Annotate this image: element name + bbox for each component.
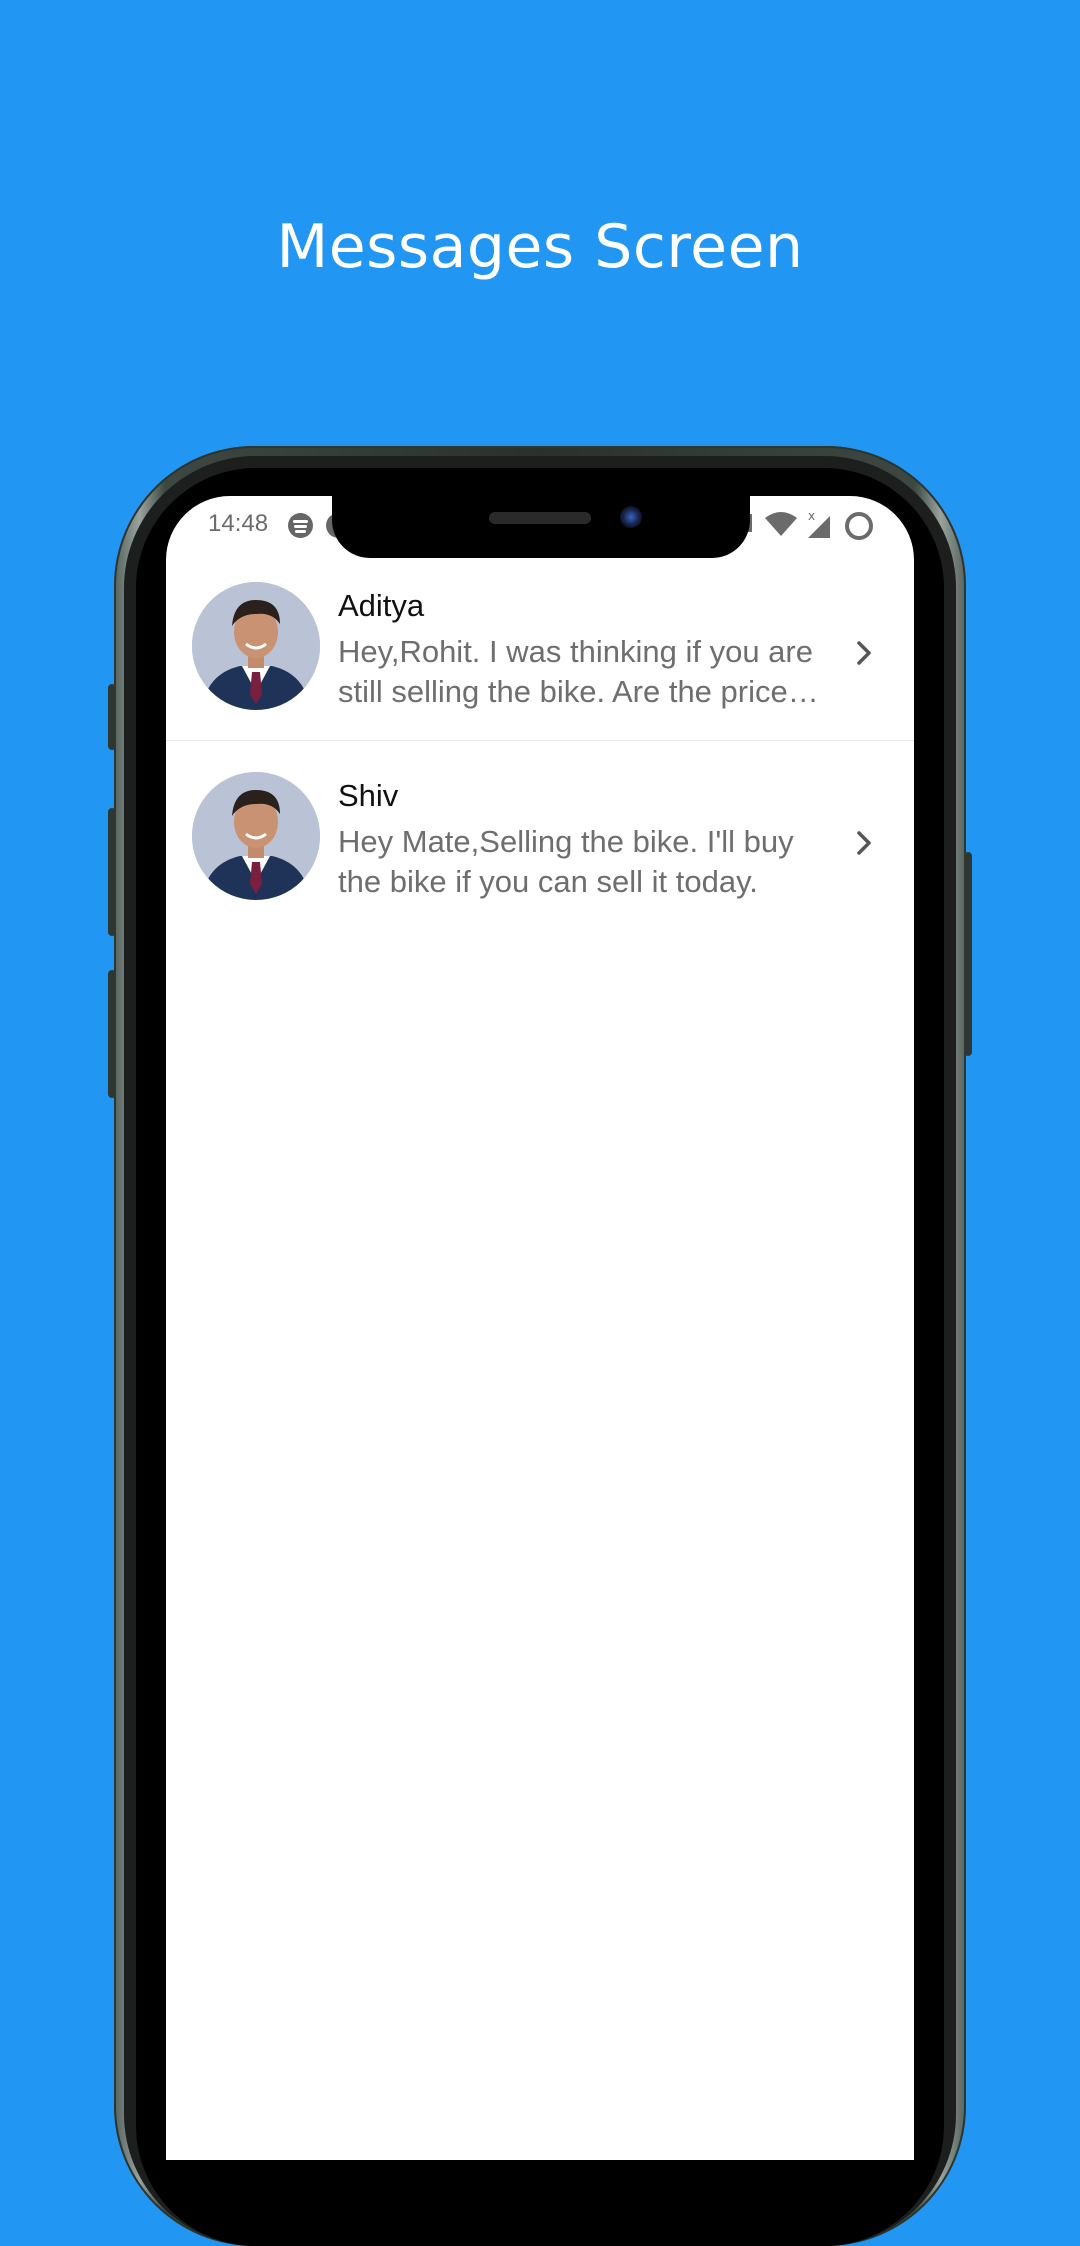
earpiece-speaker [489,512,591,524]
chevron-right-icon [857,641,871,665]
spotify-icon [288,513,313,538]
mute-switch [108,684,116,750]
notch [332,496,750,558]
volume-down-button [108,970,116,1098]
chevron-right-icon [857,831,871,855]
power-button [964,852,972,1056]
avatar [192,772,320,900]
avatar [192,582,320,710]
wifi-icon [765,512,797,536]
message-item[interactable]: Shiv Hey Mate,Selling the bike. I'll buy… [166,742,914,930]
signal-icon: x [808,509,830,538]
volume-up-button [108,808,116,936]
message-preview: Hey Mate,Selling the bike. I'll buy the … [338,824,794,899]
front-camera [620,506,642,528]
battery-loading-icon [845,512,873,540]
contact-name: Shiv [338,778,399,813]
contact-name: Aditya [338,588,425,623]
status-time: 14:48 [208,510,269,537]
svg-text:x: x [808,509,815,523]
message-preview: Hey,Rohit. I was thinking if you are sti… [338,634,819,709]
message-item[interactable]: Aditya Hey,Rohit. I was thinking if you … [166,552,914,741]
screen-title: Messages Screen [276,212,804,282]
